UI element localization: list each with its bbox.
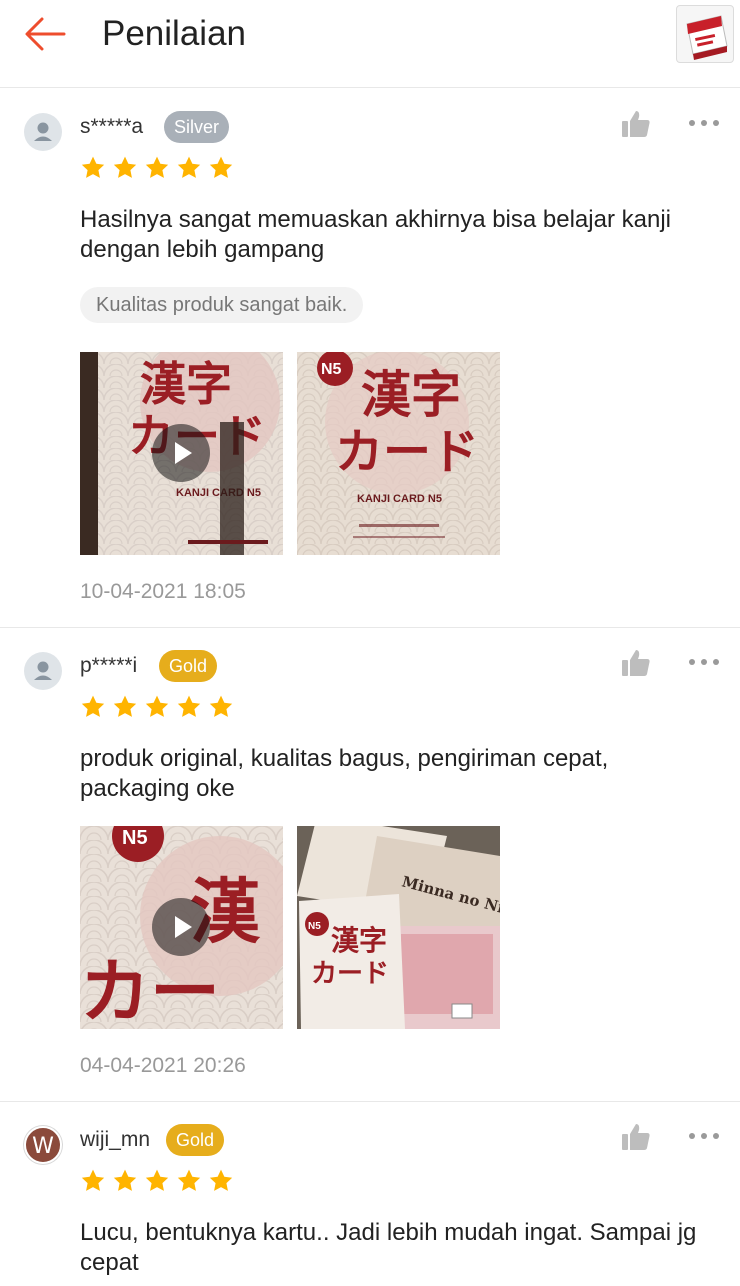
member-tier-badge: Silver bbox=[164, 111, 230, 143]
avatar[interactable] bbox=[24, 652, 62, 690]
member-tier-badge: Gold bbox=[159, 650, 218, 682]
review-text: Lucu, bentuknya kartu.. Jadi lebih mudah… bbox=[80, 1219, 697, 1276]
more-options-button[interactable] bbox=[686, 113, 722, 133]
back-button[interactable] bbox=[20, 12, 70, 56]
star-icon bbox=[81, 156, 105, 178]
svg-text:カード: カード bbox=[335, 424, 479, 480]
thumbs-up-icon bbox=[622, 111, 650, 137]
like-button[interactable] bbox=[620, 109, 652, 139]
review-date: 10-04-2021 18:05 bbox=[80, 580, 246, 603]
kanji-card-photo: N5 漢字 カード KANJI CARD N5 bbox=[297, 352, 500, 555]
arrow-left-icon bbox=[25, 17, 66, 51]
media-caption: KANJI CARD N5 bbox=[176, 487, 261, 499]
star-rating bbox=[80, 694, 234, 720]
star-icon bbox=[81, 695, 105, 717]
svg-text:漢字: 漢字 bbox=[140, 357, 232, 411]
star-icon bbox=[113, 1169, 137, 1191]
review-tag: Kualitas produk sangat baik. bbox=[80, 287, 364, 323]
page-title: Penilaian bbox=[102, 14, 246, 53]
media-caption: KANJI CARD N5 bbox=[357, 493, 442, 505]
user-icon bbox=[34, 122, 52, 141]
star-icon bbox=[209, 1169, 233, 1191]
reviewer-name: wiji_mn bbox=[80, 1128, 151, 1151]
like-button[interactable] bbox=[620, 1122, 652, 1152]
svg-text:漢字: 漢字 bbox=[331, 924, 387, 957]
top-bar: Penilaian bbox=[0, 0, 740, 88]
more-icon bbox=[689, 120, 719, 126]
review-text: Hasilnya sangat memuaskan akhirnya bisa … bbox=[80, 206, 671, 263]
play-icon bbox=[175, 442, 192, 464]
avatar[interactable]: W bbox=[24, 1126, 62, 1164]
star-icon bbox=[145, 695, 169, 717]
star-icon bbox=[209, 695, 233, 717]
star-icon bbox=[145, 156, 169, 178]
svg-text:N5: N5 bbox=[321, 361, 342, 378]
star-icon bbox=[209, 156, 233, 178]
svg-text:カー: カー bbox=[80, 951, 220, 1029]
review-item: s*****a Silver Hasilnya sangat memuaskan… bbox=[0, 89, 740, 628]
review-video-thumbnail[interactable]: N5 漢 カー bbox=[80, 826, 283, 1029]
product-thumbnail[interactable] bbox=[676, 5, 734, 63]
more-options-button[interactable] bbox=[686, 1126, 722, 1146]
star-icon bbox=[113, 156, 137, 178]
review-image-thumbnail[interactable]: N5 漢字 カード KANJI CARD N5 bbox=[297, 352, 500, 555]
star-icon bbox=[177, 156, 201, 178]
avatar[interactable] bbox=[24, 113, 62, 151]
review-item: W wiji_mn Gold Lucu, bentuknya kartu.. J… bbox=[0, 1102, 740, 1286]
reviewer-name: p*****i bbox=[80, 654, 138, 677]
svg-text:漢字: 漢字 bbox=[361, 366, 461, 424]
star-rating bbox=[80, 1168, 234, 1194]
more-options-button[interactable] bbox=[686, 652, 722, 672]
play-button[interactable] bbox=[152, 424, 210, 482]
more-icon bbox=[689, 1133, 719, 1139]
review-video-thumbnail[interactable]: 漢字 カード KANJI CARD N5 bbox=[80, 352, 283, 555]
star-icon bbox=[177, 1169, 201, 1191]
like-button[interactable] bbox=[620, 648, 652, 678]
books-and-card-photo: Minna no Nihongo N5 漢字 カード bbox=[297, 826, 500, 1029]
star-icon bbox=[145, 1169, 169, 1191]
star-icon bbox=[177, 695, 201, 717]
thumbs-up-icon bbox=[622, 650, 650, 676]
kanji-card-box-image bbox=[686, 15, 728, 60]
review-date: 04-04-2021 20:26 bbox=[80, 1054, 246, 1077]
review-text: produk original, kualitas bagus, pengiri… bbox=[80, 745, 609, 802]
svg-text:N5: N5 bbox=[122, 827, 148, 849]
svg-text:カード: カード bbox=[311, 959, 389, 989]
reviewer-name: s*****a bbox=[80, 115, 144, 138]
play-button[interactable] bbox=[152, 898, 210, 956]
review-item: p*****i Gold produk original, kualitas b… bbox=[0, 628, 740, 1102]
more-icon bbox=[689, 659, 719, 665]
star-icon bbox=[113, 695, 137, 717]
play-icon bbox=[175, 916, 192, 938]
svg-text:N5: N5 bbox=[308, 921, 321, 932]
user-icon bbox=[34, 661, 52, 680]
thumbs-up-icon bbox=[622, 1124, 650, 1150]
review-image-thumbnail[interactable]: Minna no Nihongo N5 漢字 カード bbox=[297, 826, 500, 1029]
star-rating bbox=[80, 155, 234, 181]
star-icon bbox=[81, 1169, 105, 1191]
member-tier-badge: Gold bbox=[166, 1124, 225, 1156]
